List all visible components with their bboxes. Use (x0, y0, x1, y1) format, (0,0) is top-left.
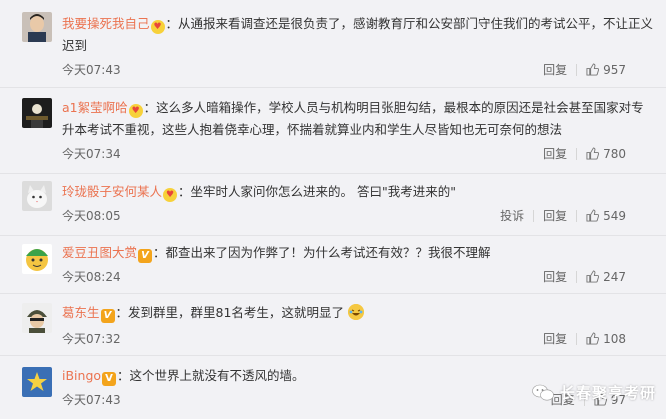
watermark-text: 长春聚亨考研 (559, 384, 656, 402)
reply-button[interactable]: 回复 (543, 330, 567, 347)
reply-button[interactable]: 回复 (543, 61, 567, 78)
comment-actions: 回复 247 (543, 268, 626, 285)
verified-badge-icon: V (102, 372, 117, 386)
thumbs-up-icon (586, 270, 600, 283)
heart-badge-icon: ♥ (150, 20, 165, 34)
thumbs-up-icon (586, 332, 600, 345)
avatar[interactable] (22, 303, 52, 333)
thumbs-up-icon (586, 147, 600, 160)
comment-time: 今天08:24 (62, 270, 121, 284)
comment-time: 今天07:34 (62, 147, 121, 161)
comment-item: 我要操死我自己 ♥ ：从通报来看调查还是很负责了，感谢教育厅和公安部门守住我们的考试… (0, 0, 666, 88)
divider (576, 332, 578, 345)
comment-colon: ： (165, 16, 179, 31)
cartoon-avatar-icon (22, 244, 52, 274)
reply-button[interactable]: 回复 (543, 207, 567, 224)
report-button[interactable]: 投诉 (500, 207, 524, 224)
comment-text: 我要操死我自己 ♥ ：从通报来看调查还是很负责了，感谢教育厅和公安部门守住我们的考试… (62, 13, 654, 57)
like-count: 247 (603, 269, 626, 284)
comment-actions: 回复 780 (543, 145, 626, 162)
avatar[interactable] (22, 367, 52, 397)
comment-list: 我要操死我自己 ♥ ：从通报来看调查还是很负责了，感谢教育厅和公安部门守住我们的考试… (0, 0, 666, 419)
comment-time: 今天07:43 (62, 63, 121, 77)
like-count: 549 (603, 208, 626, 223)
comment-actions: 投诉 回复 549 (500, 207, 626, 224)
avatar[interactable] (22, 98, 52, 128)
divider (576, 63, 578, 76)
dark-avatar-icon (22, 98, 52, 128)
comment-actions: 回复 957 (543, 61, 626, 78)
comment-colon: ： (115, 305, 129, 320)
comment-text: a1絮莹啊哈 ♥ ：这么多人暗箱操作，学校人员与机构明目张胆勾结，最根本的原因还是社… (62, 97, 654, 141)
like-button[interactable]: 780 (586, 147, 626, 161)
person-avatar-icon (22, 12, 52, 42)
avatar[interactable] (22, 12, 52, 42)
divider (533, 209, 535, 222)
comment-item: 爱豆丑图大赏 V ：都查出来了因为作弊了！为什么考试还有效？？我很不理解 今天08:… (0, 236, 666, 294)
divider (576, 147, 578, 160)
like-button[interactable]: 247 (586, 270, 626, 284)
comment-text: 爱豆丑图大赏 V ：都查出来了因为作弊了！为什么考试还有效？？我很不理解 (62, 242, 654, 264)
divider (576, 209, 578, 222)
like-count: 780 (603, 146, 626, 161)
verified-badge-icon: V (138, 249, 153, 263)
thumbs-up-icon (586, 209, 600, 222)
like-button[interactable]: 108 (586, 332, 626, 346)
comment-text: 葛东生 V ：发到群里，群里81名考生，这就明显了 (62, 302, 654, 324)
laughing-crying-emoji-icon (347, 304, 364, 320)
comment-item: a1絮莹啊哈 ♥ ：这么多人暗箱操作，学校人员与机构明目张胆勾结，最根本的原因还是社… (0, 88, 666, 174)
comment-body: 坐牢时人家问你怎么进来的。 答曰"我考进来的" (190, 184, 457, 199)
cat-avatar-icon (22, 181, 52, 211)
comment-text: 玲珑骰子安何某人 ♥ ：坐牢时人家问你怎么进来的。 答曰"我考进来的" (62, 181, 654, 203)
like-button[interactable]: 549 (586, 209, 626, 223)
comment-username[interactable]: 葛东生 (62, 305, 100, 320)
heart-badge-icon: ♥ (163, 188, 178, 202)
comment-body: 发到群里，群里81名考生，这就明显了 (128, 305, 344, 320)
comment-colon: ： (117, 368, 130, 383)
comment-username[interactable]: 爱豆丑图大赏 (62, 245, 137, 260)
avatar[interactable] (22, 244, 52, 274)
comment-colon: ： (178, 184, 191, 199)
wechat-icon (532, 384, 554, 400)
watermark: 长春聚亨考研 (532, 382, 656, 403)
comment-time: 今天08:05 (62, 209, 121, 223)
comment-username[interactable]: iBingo (62, 368, 101, 383)
reply-button[interactable]: 回复 (543, 145, 567, 162)
comment-colon: ： (153, 245, 166, 260)
comment-item: 玲珑骰子安何某人 ♥ ：坐牢时人家问你怎么进来的。 答曰"我考进来的" 今天08:0… (0, 174, 666, 236)
comment-colon: ： (143, 100, 157, 115)
comment-username[interactable]: 我要操死我自己 (62, 16, 150, 31)
reply-button[interactable]: 回复 (543, 268, 567, 285)
comment-body: 这个世界上就没有不透风的墙。 (129, 368, 305, 383)
divider (576, 270, 578, 283)
comment-username[interactable]: a1絮莹啊哈 (62, 100, 128, 115)
comment-time: 今天07:43 (62, 393, 121, 407)
star-avatar-icon (22, 367, 52, 397)
comment-body: 从通报来看调查还是很负责了，感谢教育厅和公安部门守住我们的考试公平，不让正义迟到 (62, 16, 654, 53)
like-count: 108 (603, 331, 626, 346)
comment-item: 葛东生 V ：发到群里，群里81名考生，这就明显了 今天07:32 回复 108 (0, 294, 666, 356)
thumbs-up-icon (586, 63, 600, 76)
comment-body: 都查出来了因为作弊了！为什么考试还有效？？我很不理解 (165, 245, 491, 260)
comment-time: 今天07:32 (62, 332, 121, 346)
avatar[interactable] (22, 181, 52, 211)
soldier-avatar-icon (22, 303, 52, 333)
like-button[interactable]: 957 (586, 63, 626, 77)
like-count: 957 (603, 62, 626, 77)
verified-badge-icon: V (100, 309, 115, 323)
heart-badge-icon: ♥ (128, 104, 143, 118)
comment-username[interactable]: 玲珑骰子安何某人 (62, 184, 162, 199)
comment-actions: 回复 108 (543, 330, 626, 347)
